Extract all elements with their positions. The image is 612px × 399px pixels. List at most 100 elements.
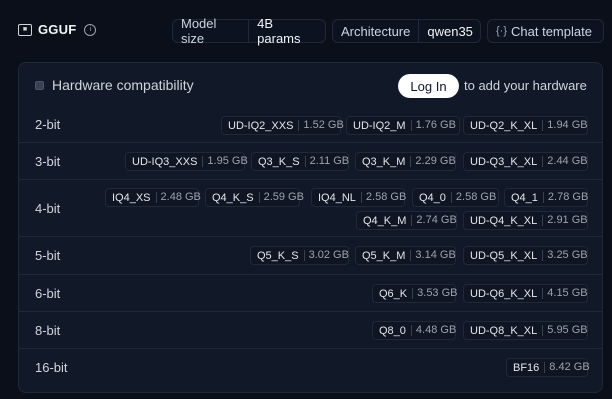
quant-chip[interactable]: Q3_K_M 2.29 GB	[355, 152, 456, 171]
quant-size: 1.52 GB	[298, 120, 349, 131]
quant-size: 3.25 GB	[542, 250, 593, 261]
quant-size: 2.91 GB	[542, 215, 593, 226]
quant-name: BF16	[513, 361, 540, 374]
quant-name: Q8_0	[379, 324, 406, 337]
quant-chip[interactable]: IQ4_XS 2.48 GB	[105, 188, 201, 207]
quant-size: 8.42 GB	[544, 362, 595, 373]
quant-chip[interactable]: UD-Q5_K_XL 3.25 GB	[463, 246, 588, 265]
quant-name: UD-Q2_K_XL	[470, 119, 538, 132]
gguf-icon: ■	[18, 23, 32, 36]
quant-row: 6-bit Q6_K 3.53 GB UD-Q6_K_XL 4.15 GB	[19, 274, 602, 312]
quant-name: UD-IQ2_M	[353, 119, 406, 132]
quant-chip[interactable]: Q4_K_M 2.74 GB	[356, 211, 457, 230]
quant-size: 2.11 GB	[304, 156, 356, 167]
quant-name: IQ4_XS	[112, 191, 151, 204]
quant-name: Q6_K	[379, 287, 408, 300]
quant-size: 2.58 GB	[360, 192, 412, 203]
template-icon: {·}	[496, 25, 508, 37]
quant-size: 2.59 GB	[258, 192, 310, 203]
chat-template-label: Chat template	[511, 23, 592, 39]
quant-chip[interactable]: UD-Q4_K_XL 2.91 GB	[463, 211, 588, 230]
quant-size: 3.02 GB	[303, 250, 355, 261]
quant-name: IQ4_NL	[318, 191, 356, 204]
quant-chip[interactable]: UD-IQ2_XXS 1.52 GB	[221, 116, 344, 135]
quant-size: 2.29 GB	[410, 156, 461, 167]
quant-name: Q4_1	[511, 191, 538, 204]
quant-chip[interactable]: Q4_K_S 2.59 GB	[205, 188, 304, 207]
quant-chip[interactable]: Q5_K_M 3.14 GB	[355, 246, 456, 265]
quant-name: UD-Q4_K_XL	[470, 214, 538, 227]
hardware-header: Hardware compatibility	[35, 77, 194, 93]
quant-row-label: 6-bit	[35, 286, 61, 301]
architecture-chip: Architecture qwen35	[332, 19, 481, 43]
quant-size: 2.74 GB	[411, 215, 462, 226]
quant-chip[interactable]: UD-Q2_K_XL 1.94 GB	[463, 116, 588, 135]
quant-size: 1.94 GB	[542, 120, 593, 131]
quant-size: 1.95 GB	[202, 156, 253, 167]
quant-size: 2.48 GB	[155, 192, 207, 203]
quant-chip[interactable]: Q8_0 4.48 GB	[372, 321, 456, 340]
quant-row-label: 5-bit	[35, 248, 61, 263]
quant-row-label: 16-bit	[35, 360, 68, 375]
chat-template-button[interactable]: {·} Chat template	[487, 19, 604, 43]
quant-name: Q3_K_S	[258, 155, 300, 168]
brand: ■ GGUF i	[18, 22, 97, 37]
quant-name: UD-IQ3_XXS	[132, 155, 198, 168]
quant-size: 4.15 GB	[542, 288, 593, 299]
login-button[interactable]: Log In	[398, 74, 459, 98]
architecture-value: qwen35	[418, 20, 481, 42]
quant-size: 2.44 GB	[542, 156, 593, 167]
quant-chip[interactable]: Q3_K_S 2.11 GB	[251, 152, 349, 171]
quant-size: 2.78 GB	[542, 192, 594, 203]
architecture-label: Architecture	[341, 23, 411, 39]
quant-row: 3-bit UD-IQ3_XXS 1.95 GB Q3_K_S 2.11 GB Q3_K_…	[19, 142, 602, 180]
quant-chip[interactable]: UD-IQ3_XXS 1.95 GB	[125, 152, 248, 171]
quant-name: UD-Q3_K_XL	[470, 155, 538, 168]
hardware-panel: Hardware compatibility Log In to add you…	[18, 62, 603, 393]
quant-name: Q5_K_M	[362, 249, 406, 262]
quant-size: 4.48 GB	[410, 325, 462, 336]
quant-name: UD-Q8_K_XL	[470, 324, 538, 337]
quant-chip[interactable]: BF16 8.42 GB	[506, 358, 590, 377]
quant-chip[interactable]: UD-Q3_K_XL 2.44 GB	[463, 152, 588, 171]
quant-size: 1.76 GB	[410, 120, 462, 131]
quant-size: 3.14 GB	[410, 250, 461, 261]
quant-chip[interactable]: Q4_1 2.78 GB	[504, 188, 588, 207]
quant-size: 3.53 GB	[412, 288, 463, 299]
quant-row: 2-bit UD-IQ2_XXS 1.52 GB UD-IQ2_M 1.76 GB UD-…	[19, 108, 602, 142]
quant-chip[interactable]: Q6_K 3.53 GB	[372, 284, 458, 303]
model-size-label: Model size	[181, 16, 217, 46]
model-size-chip: Model size 4B params	[172, 16, 326, 46]
quant-chip[interactable]: UD-Q8_K_XL 5.95 GB	[463, 321, 588, 340]
hardware-icon	[35, 80, 44, 90]
hardware-title: Hardware compatibility	[52, 77, 194, 93]
quant-size: 5.95 GB	[542, 325, 593, 336]
quant-chip[interactable]: Q4_0 2.58 GB	[412, 188, 499, 207]
brand-name: GGUF	[38, 22, 77, 37]
quant-name: Q5_K_S	[257, 249, 299, 262]
quant-name: Q4_0	[419, 191, 446, 204]
quant-name: Q4_K_M	[363, 214, 407, 227]
quant-chip[interactable]: UD-Q6_K_XL 4.15 GB	[463, 284, 588, 303]
quant-chip[interactable]: Q5_K_S 3.02 GB	[250, 246, 349, 265]
model-size-value: 4B params	[248, 16, 325, 46]
quant-name: UD-Q6_K_XL	[470, 287, 538, 300]
quant-row: 16-bit BF16 8.42 GB	[19, 348, 602, 387]
quant-name: UD-Q5_K_XL	[470, 249, 538, 262]
quant-name: Q3_K_M	[362, 155, 406, 168]
quant-row: 4-bit IQ4_XS 2.48 GB Q4_K_S 2.59 GB IQ4_NL 2.5…	[19, 179, 602, 237]
quant-chip[interactable]: IQ4_NL 2.58 GB	[311, 188, 406, 207]
quant-size: 2.58 GB	[450, 192, 502, 203]
quant-row-label: 8-bit	[35, 323, 61, 338]
quant-name: Q4_K_S	[212, 191, 254, 204]
quant-row-label: 4-bit	[35, 201, 61, 216]
quant-row: 8-bit Q8_0 4.48 GB UD-Q8_K_XL 5.95 GB	[19, 311, 602, 349]
quant-row-label: 3-bit	[35, 154, 61, 169]
quant-name: UD-IQ2_XXS	[228, 119, 294, 132]
quant-row-label: 2-bit	[35, 117, 61, 132]
quant-chip[interactable]: UD-IQ2_M 1.76 GB	[346, 116, 460, 135]
info-icon[interactable]: i	[84, 23, 97, 36]
top-bar: ■ GGUF i Model size 4B params Architectu…	[0, 0, 612, 62]
quant-row: 5-bit Q5_K_S 3.02 GB Q5_K_M 3.14 GB UD-Q5_K_X…	[19, 236, 602, 275]
login-suffix: to add your hardware	[464, 78, 587, 93]
